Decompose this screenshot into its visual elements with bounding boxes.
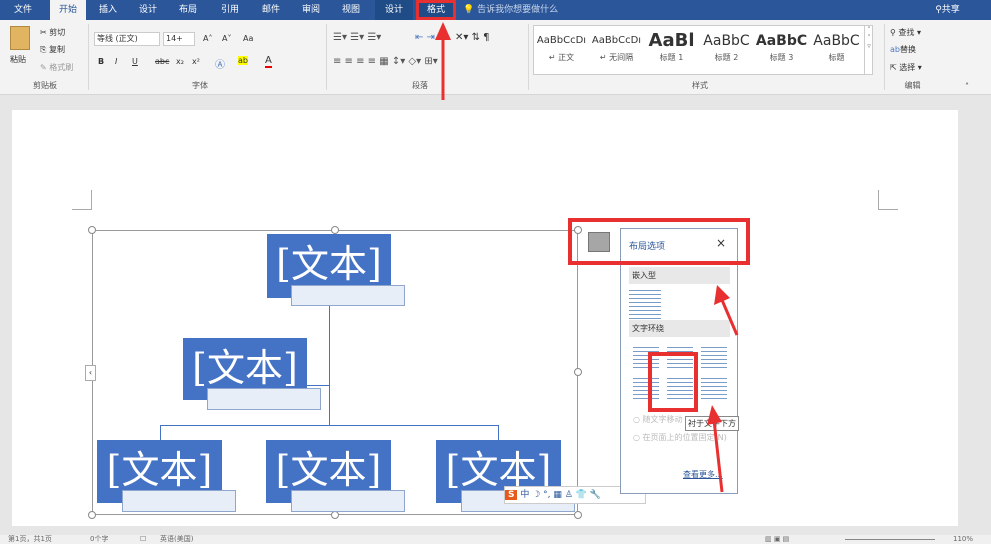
view-mode-icons[interactable]: ▥ ▣ ▤ — [765, 535, 789, 544]
page-count[interactable]: 第1页，共1页 — [8, 535, 52, 544]
zoom-slider[interactable] — [845, 539, 935, 540]
annotation-arrows — [435, 22, 739, 493]
language[interactable]: 英语(美国) — [160, 535, 193, 544]
zoom-level[interactable]: 110% — [953, 535, 973, 544]
status-bar: 第1页，共1页 0个字 ☐ 英语(美国) ▥ ▣ ▤ 110% — [0, 535, 991, 544]
word-count[interactable]: 0个字 — [90, 535, 108, 544]
proofing-icon[interactable]: ☐ — [140, 535, 146, 544]
